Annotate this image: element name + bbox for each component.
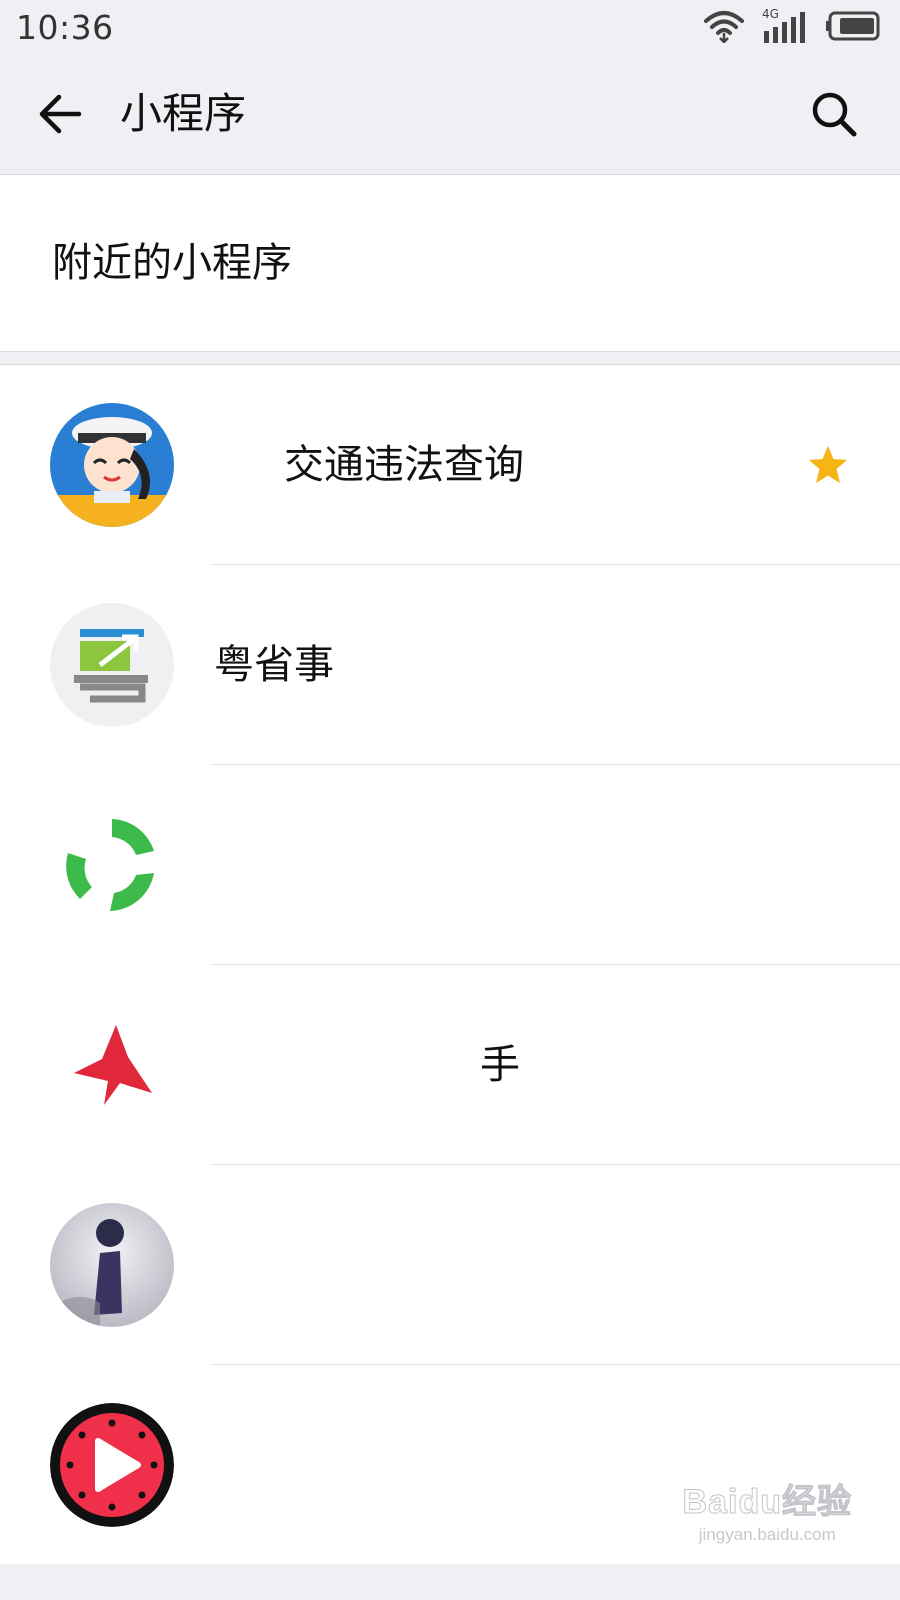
list-item[interactable]: 粤省事 xyxy=(0,565,900,765)
back-button[interactable] xyxy=(30,86,90,146)
list-item[interactable]: 手 xyxy=(0,965,900,1165)
search-icon xyxy=(809,89,859,143)
watermark-main-text: Baidu经验 xyxy=(682,1483,852,1522)
traffic-police-cartoon-icon xyxy=(50,403,174,527)
bottom-strip xyxy=(0,1564,900,1600)
star-icon[interactable] xyxy=(806,443,850,487)
list-item[interactable] xyxy=(0,765,900,965)
status-icons: 4G xyxy=(704,7,882,47)
green-recycle-arrows-icon xyxy=(50,803,174,927)
search-button[interactable] xyxy=(802,84,866,148)
signal-icon: 4G xyxy=(762,7,808,45)
app-name: 粤省事 xyxy=(214,642,334,688)
yue-sheng-shi-logo-icon xyxy=(50,603,174,727)
watermark-sub-text: jingyan.baidu.com xyxy=(698,1525,836,1544)
arrow-left-icon xyxy=(37,94,83,138)
info-person-icon xyxy=(50,1203,174,1327)
baidu-jingyan-watermark: Baidu经验 jingyan.baidu.com xyxy=(682,1474,852,1545)
status-time: 10:36 xyxy=(16,8,114,47)
list-item[interactable] xyxy=(0,1165,900,1365)
app-name: 手 xyxy=(480,1042,520,1088)
list-item[interactable]: 交通违法查询 xyxy=(0,365,900,565)
battery-icon xyxy=(826,11,882,45)
status-bar: 10:36 4G xyxy=(0,0,900,56)
red-fox-logo-icon xyxy=(50,1003,174,1127)
nearby-mini-programs-row[interactable]: 附近的小程序 xyxy=(0,175,900,352)
nearby-mini-programs-label: 附近的小程序 xyxy=(52,240,292,286)
mini-program-list: 交通违法查询 粤省事 手 Baidu经验 jingyan.baidu.com xyxy=(0,364,900,1565)
app-name: 交通违法查询 xyxy=(284,442,524,488)
watermelon-play-icon xyxy=(50,1403,174,1527)
page-title: 小程序 xyxy=(120,89,247,138)
app-bar: 小程序 xyxy=(0,56,900,175)
wifi-icon xyxy=(704,9,744,47)
